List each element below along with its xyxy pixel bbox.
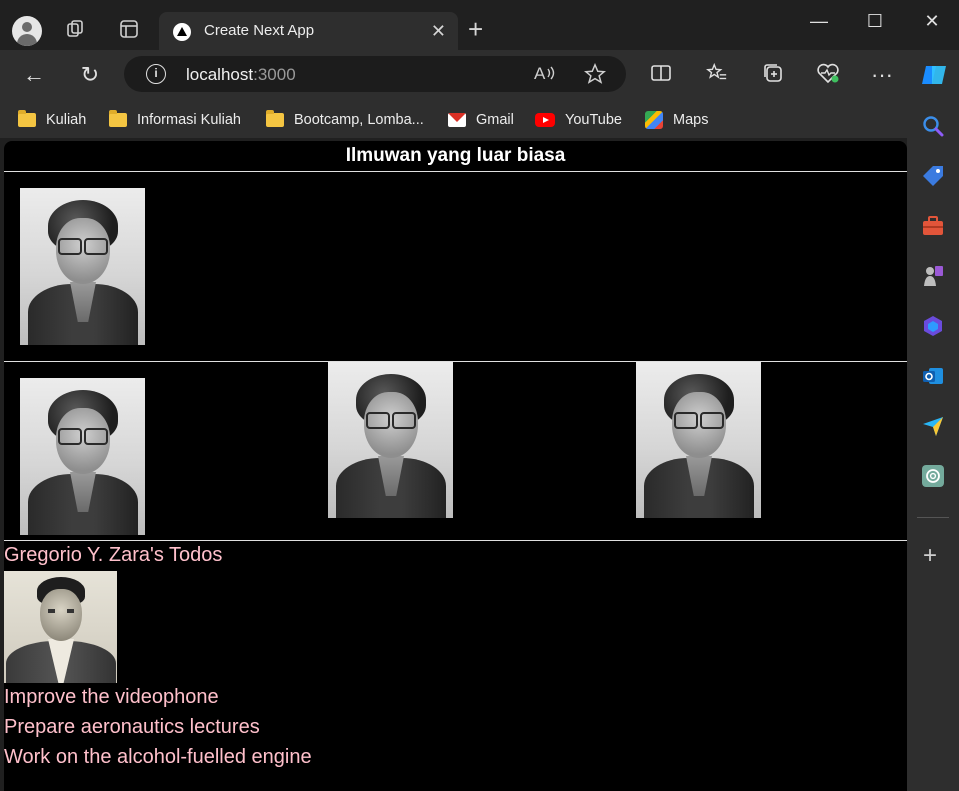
close-tab-icon[interactable]: ✕ bbox=[431, 22, 446, 40]
svg-text:A: A bbox=[534, 64, 546, 83]
bookmark-bootcamp-lomba[interactable]: Bootcamp, Lomba... bbox=[266, 110, 424, 130]
divider bbox=[4, 361, 907, 362]
scientist-photo bbox=[636, 362, 761, 518]
todo-item: Prepare aeronautics lectures bbox=[4, 716, 260, 738]
address-host: localhost bbox=[186, 65, 254, 84]
games-icon[interactable] bbox=[921, 264, 945, 288]
refresh-button[interactable]: ↻ bbox=[77, 62, 103, 88]
copilot-icon[interactable] bbox=[920, 62, 946, 88]
collections-icon[interactable] bbox=[760, 62, 786, 88]
address-text[interactable]: localhost:3000 bbox=[186, 65, 296, 85]
back-button[interactable]: ← bbox=[21, 62, 47, 88]
outlook-icon[interactable] bbox=[921, 364, 945, 388]
scientist-photo bbox=[328, 362, 453, 518]
vertical-tabs-icon[interactable] bbox=[118, 18, 140, 40]
todo-item: Work on the alcohol-fuelled engine bbox=[4, 746, 312, 768]
bookmark-gmail[interactable]: Gmail bbox=[448, 110, 514, 130]
bookmark-informasi-kuliah[interactable]: Informasi Kuliah bbox=[109, 110, 241, 130]
profile-avatar[interactable] bbox=[12, 16, 42, 46]
favorites-icon[interactable] bbox=[704, 62, 730, 88]
bookmark-label: YouTube bbox=[565, 112, 622, 128]
new-tab-button[interactable]: + bbox=[468, 16, 483, 42]
address-bar[interactable]: i localhost:3000 A bbox=[124, 56, 626, 92]
address-port: :3000 bbox=[253, 65, 296, 84]
minimize-button[interactable]: — bbox=[804, 8, 834, 34]
maps-icon bbox=[645, 111, 663, 129]
split-screen-icon[interactable] bbox=[648, 62, 674, 88]
more-menu-button[interactable]: ··· bbox=[869, 62, 895, 88]
edge-sidebar: + bbox=[907, 100, 959, 791]
add-sidebar-app-button[interactable]: + bbox=[923, 544, 937, 568]
bookmark-label: Kuliah bbox=[46, 112, 87, 128]
bookmark-youtube[interactable]: YouTube bbox=[535, 110, 622, 130]
sidebar-divider bbox=[917, 517, 949, 518]
folder-icon bbox=[109, 110, 127, 127]
copilot-icon[interactable] bbox=[921, 314, 945, 338]
divider bbox=[4, 171, 907, 172]
folder-icon bbox=[266, 110, 284, 127]
favorite-star-icon[interactable] bbox=[583, 62, 607, 90]
gregorio-zara-photo bbox=[4, 571, 117, 683]
page-heading: Ilmuwan yang luar biasa bbox=[345, 145, 566, 166]
page-viewport: Ilmuwan yang luar biasa Gregorio Y. Zara… bbox=[4, 141, 907, 791]
gmail-icon bbox=[448, 113, 466, 127]
bookmark-label: Maps bbox=[673, 112, 709, 128]
toolbox-icon[interactable] bbox=[921, 214, 945, 238]
todo-list-title: Gregorio Y. Zara's Todos bbox=[4, 544, 223, 566]
bookmark-label: Informasi Kuliah bbox=[137, 112, 241, 128]
search-icon[interactable] bbox=[921, 114, 945, 138]
browser-essentials-icon[interactable] bbox=[815, 62, 841, 88]
bookmark-label: Gmail bbox=[476, 112, 514, 128]
nextjs-icon bbox=[173, 23, 191, 41]
chatgpt-icon[interactable] bbox=[921, 464, 945, 488]
send-icon[interactable] bbox=[921, 414, 945, 438]
scientist-photo bbox=[20, 378, 145, 535]
workspaces-icon[interactable] bbox=[65, 18, 87, 40]
divider bbox=[4, 540, 907, 541]
close-window-button[interactable]: ✕ bbox=[917, 8, 947, 34]
tab-title: Create Next App bbox=[204, 22, 315, 39]
read-aloud-icon[interactable]: A bbox=[534, 63, 556, 88]
bookmark-label: Bootcamp, Lomba... bbox=[294, 112, 424, 128]
tag-icon[interactable] bbox=[921, 164, 945, 188]
navigation-bar: ← ↻ i localhost:3000 A ··· bbox=[0, 50, 959, 100]
folder-icon bbox=[18, 110, 36, 127]
bookmark-maps[interactable]: Maps bbox=[645, 110, 708, 130]
bookmark-kuliah[interactable]: Kuliah bbox=[18, 110, 86, 130]
bookmarks-bar: Kuliah Informasi Kuliah Bootcamp, Lomba.… bbox=[0, 100, 959, 138]
maximize-button[interactable]: ☐ bbox=[860, 8, 890, 34]
scientist-photo bbox=[20, 188, 145, 345]
youtube-icon bbox=[535, 113, 555, 127]
site-info-icon[interactable]: i bbox=[146, 64, 166, 84]
todo-item: Improve the videophone bbox=[4, 686, 219, 708]
